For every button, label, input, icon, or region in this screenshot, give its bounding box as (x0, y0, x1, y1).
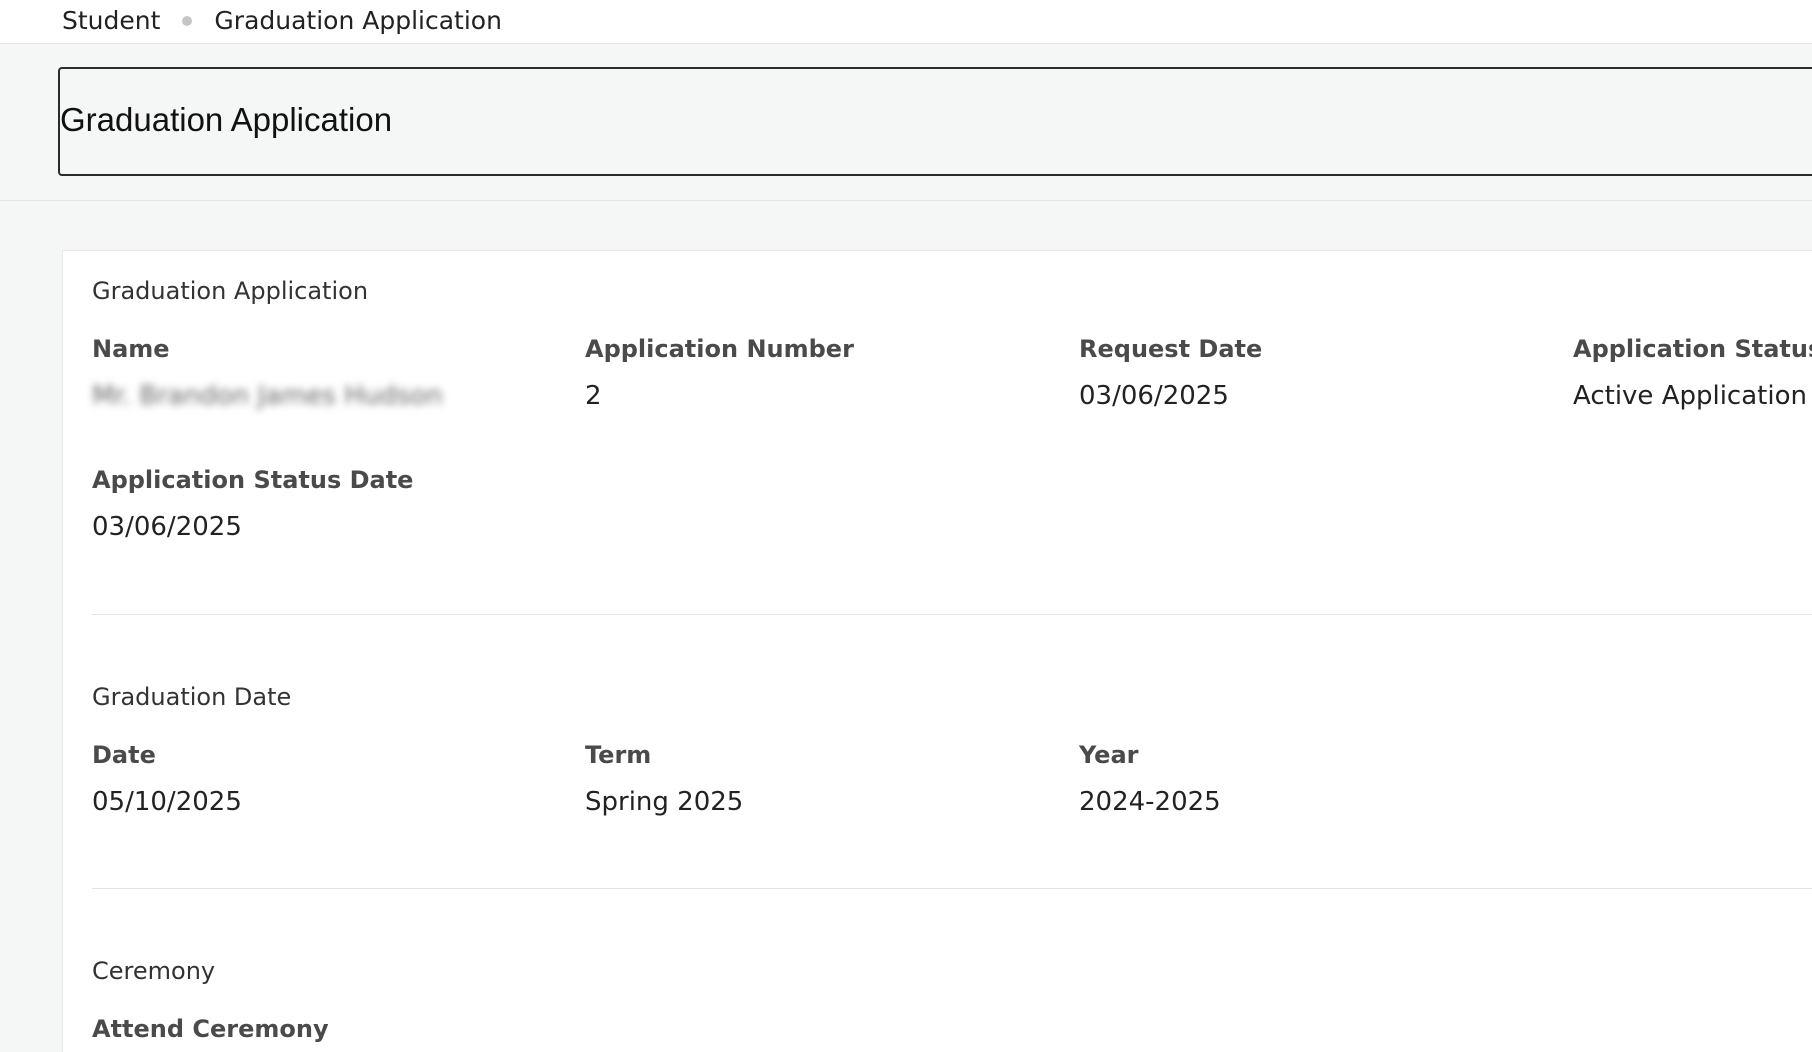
application-status-date-label: Application Status Date (92, 466, 414, 494)
section-title-graduation-date: Graduation Date (92, 683, 292, 711)
breadcrumb-current: Graduation Application (214, 6, 502, 35)
year-value: 2024-2025 (1079, 787, 1221, 817)
application-details-card: Graduation Application Name Mr. Brandon … (62, 250, 1812, 1052)
graduation-date-value: 05/10/2025 (92, 787, 242, 817)
application-status-label: Application Status (1573, 335, 1812, 363)
section-divider (92, 614, 1812, 615)
attend-ceremony-label: Attend Ceremony (92, 1015, 329, 1043)
application-number-label: Application Number (585, 335, 854, 363)
breadcrumb-bar: Student Graduation Application (0, 0, 1812, 44)
section-title-ceremony: Ceremony (92, 957, 216, 985)
graduation-date-label: Date (92, 741, 156, 769)
year-label: Year (1079, 741, 1139, 769)
application-status-value: Active Application (1573, 381, 1807, 411)
application-number-value: 2 (585, 381, 602, 411)
section-divider (92, 888, 1812, 889)
title-band: Graduation Application (0, 44, 1812, 201)
page-title-box: Graduation Application (58, 67, 1812, 176)
name-value: Mr. Brandon James Hudson (92, 381, 443, 411)
request-date-label: Request Date (1079, 335, 1263, 363)
page-title: Graduation Application (60, 101, 393, 138)
breadcrumb: Student Graduation Application (62, 6, 502, 35)
term-value: Spring 2025 (585, 787, 744, 817)
application-status-date-value: 03/06/2025 (92, 512, 242, 542)
breadcrumb-separator-dot-icon (182, 15, 193, 26)
name-label: Name (92, 335, 170, 363)
section-title-application: Graduation Application (92, 277, 369, 305)
graduation-application-page: Student Graduation Application Graduatio… (0, 0, 1812, 1052)
request-date-value: 03/06/2025 (1079, 381, 1229, 411)
breadcrumb-student[interactable]: Student (62, 6, 160, 35)
term-label: Term (585, 741, 652, 769)
